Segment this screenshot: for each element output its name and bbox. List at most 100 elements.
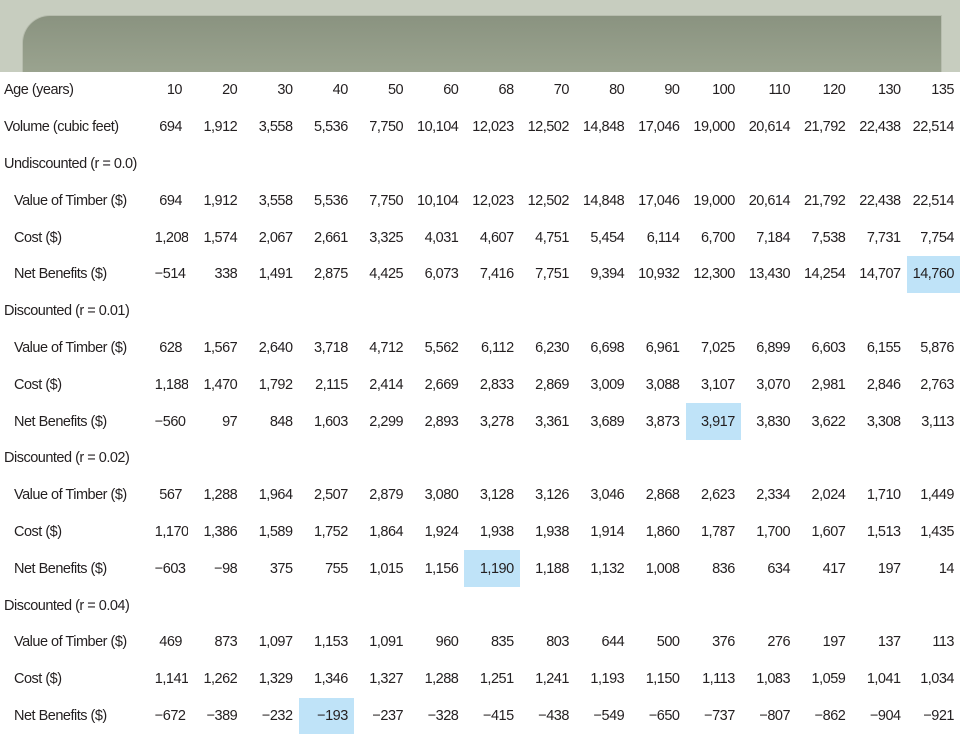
table-cell: 338 <box>214 266 238 283</box>
table-cell: 1,864 <box>369 523 404 540</box>
table-row: Net Benefits ($) −560 97 848 1,603 2,299 2,893… <box>0 403 960 440</box>
title-banner-shape <box>22 15 942 72</box>
table-cell: 1,153 <box>314 634 348 651</box>
table-cell: 1,938 <box>535 523 569 540</box>
table-cell: 417 <box>822 560 846 577</box>
table-cell: 6,155 <box>866 339 901 356</box>
table-cell: 2,875 <box>314 266 348 283</box>
table-cell: 2,507 <box>314 487 348 504</box>
table-cell: 2,661 <box>314 229 348 246</box>
table-cell: 1,924 <box>424 523 459 540</box>
table-cell: 6,603 <box>811 339 846 356</box>
table-cell: 12,300 <box>693 266 735 283</box>
row-label: Value of Timber ($) <box>14 192 127 209</box>
age-cell: 135 <box>931 82 954 99</box>
optimal-value-cell: 1,190 <box>464 550 520 588</box>
table-body: Age (years) 10 20 30 40 50 60 68 70 80 9… <box>0 72 960 734</box>
table-cell: 197 <box>822 634 846 651</box>
section-header-row: Discounted (r = 0.02) <box>0 440 960 477</box>
age-cell: 60 <box>443 82 459 99</box>
table-cell: 694 <box>159 192 182 209</box>
table-cell: 1,607 <box>811 523 846 540</box>
table-cell: 835 <box>490 634 514 651</box>
table-cell: 3,361 <box>535 413 569 430</box>
table-cell: 197 <box>877 560 901 577</box>
table-cell: 1,449 <box>920 487 954 504</box>
age-cell: 50 <box>387 82 404 99</box>
table-cell: 836 <box>712 560 735 577</box>
table-cell: 7,025 <box>700 339 735 356</box>
table-cell: 1,964 <box>258 487 293 504</box>
age-cell: 20 <box>222 82 238 99</box>
optimal-value-cell: 14,760 <box>906 255 960 293</box>
table-row: Volume (cubic feet) 694 1,912 3,558 5,536 7,7… <box>0 109 960 146</box>
age-cell: 90 <box>664 82 680 99</box>
table-cell: 3,558 <box>258 119 293 136</box>
table-cell: 2,893 <box>424 413 459 430</box>
table-cell: 10,104 <box>417 119 459 136</box>
table-cell: 5,876 <box>920 339 954 356</box>
row-label: Net Benefits ($) <box>14 413 107 430</box>
table-cell: 5,454 <box>590 229 625 246</box>
table-cell: 7,751 <box>535 266 569 283</box>
table-cell: 1,097 <box>258 634 293 651</box>
table-cell: 276 <box>767 634 791 651</box>
table-cell: 3,718 <box>314 339 348 356</box>
header-label: Age (years) <box>4 82 74 99</box>
table-cell: 1,589 <box>258 523 293 540</box>
table-cell: 22,438 <box>859 192 901 209</box>
table-cell: −603 <box>154 560 186 577</box>
table-cell: 2,067 <box>258 229 293 246</box>
table-cell: 4,712 <box>369 339 404 356</box>
table-cell: 1,091 <box>369 634 404 651</box>
table-cell: −549 <box>593 707 625 724</box>
table-cell: 12,502 <box>527 192 570 209</box>
table-cell: 2,623 <box>700 487 735 504</box>
table-cell: 14,848 <box>582 192 625 209</box>
table-cell: 12,502 <box>527 119 570 136</box>
table-cell: 2,833 <box>479 376 514 393</box>
table-cell: 3,689 <box>590 413 625 430</box>
table-cell: 3,088 <box>645 376 680 393</box>
table-cell: 1,710 <box>866 487 901 504</box>
table-cell: 1,752 <box>314 523 348 540</box>
table-cell: 3,830 <box>756 413 791 430</box>
table-cell: 634 <box>767 560 791 577</box>
timber-table-container: Age (years) 10 20 30 40 50 60 68 70 80 9… <box>0 72 960 734</box>
table-cell: 1,113 <box>702 671 735 688</box>
table-cell: 6,073 <box>424 266 459 283</box>
table-cell: 12,023 <box>472 119 514 136</box>
table-cell: 1,208 <box>154 229 188 246</box>
table-cell: 2,299 <box>369 413 404 430</box>
table-header-row: Age (years) 10 20 30 40 50 60 68 70 80 9… <box>0 72 960 109</box>
table-cell: 848 <box>269 413 293 430</box>
table-cell: 1,327 <box>369 671 404 688</box>
table-cell: 5,562 <box>424 339 459 356</box>
table-cell: 3,107 <box>700 376 735 393</box>
table-cell: 21,792 <box>803 119 846 136</box>
table-cell: 1,188 <box>154 376 188 393</box>
table-cell: 1,346 <box>314 671 348 688</box>
age-cell: 70 <box>553 82 570 99</box>
table-cell: 1,386 <box>203 523 238 540</box>
age-cell: 40 <box>332 82 349 99</box>
table-cell: 1,574 <box>203 229 238 246</box>
table-row: Net Benefits ($) −672 −389 −232 −193 −237 −328… <box>0 697 960 734</box>
table-cell: 694 <box>159 119 182 136</box>
table-cell: 12,023 <box>472 192 514 209</box>
title-banner <box>0 0 960 72</box>
row-label: Cost ($) <box>14 523 62 540</box>
table-cell: 10,104 <box>417 192 459 209</box>
row-label: Net Benefits ($) <box>14 266 107 283</box>
table-cell: 1,700 <box>756 523 791 540</box>
age-cell: 68 <box>498 82 515 99</box>
table-cell: 4,751 <box>535 229 569 246</box>
table-cell: 14 <box>938 560 955 577</box>
table-cell: 6,899 <box>756 339 791 356</box>
table-cell: 14,254 <box>803 266 846 283</box>
table-row: Net Benefits ($) −514 338 1,491 2,875 4,425 6,… <box>0 255 960 293</box>
table-cell: −328 <box>427 707 459 724</box>
age-cell: 80 <box>609 82 625 99</box>
table-cell: 3,009 <box>590 376 625 393</box>
table-cell: 803 <box>546 634 569 651</box>
